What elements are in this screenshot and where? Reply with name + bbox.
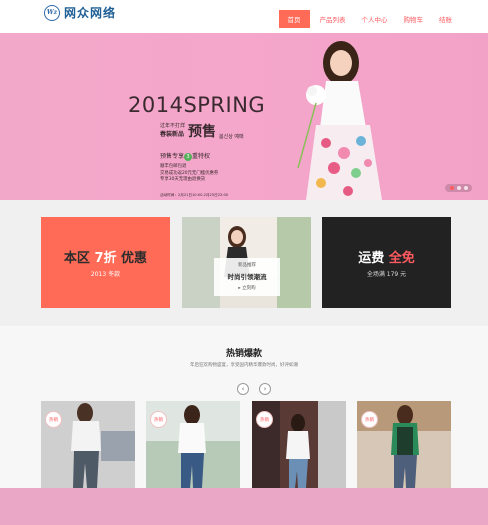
privilege-number: 3 — [184, 153, 193, 161]
feature-section: 本区 7折 优惠 2013 冬款 新品推荐 时尚引领潮流 ▸ 立刻购 运费 全免… — [0, 200, 488, 326]
hot-products-section: 热销爆款 年后狂欢购物盛宴，享受国内精华爆款时尚，好评如潮 ‹ › 热销 热销 — [0, 326, 488, 488]
discount-card[interactable]: 本区 7折 优惠 2013 冬款 — [41, 217, 170, 308]
carousel-dots — [445, 184, 472, 192]
banner-subtitle-1: 过年不打烊 — [160, 123, 186, 129]
new-arrivals-panel: 新品推荐 时尚引领潮流 ▸ 立刻购 — [214, 258, 280, 296]
product-card[interactable]: 热销 — [146, 401, 240, 488]
product-card[interactable]: 热销 — [357, 401, 451, 488]
new-arrivals-sub: 新品推荐 — [238, 263, 256, 268]
banner-note-3: 专享30天无理由退换货 — [160, 177, 206, 182]
free-shipping-card[interactable]: 运费 全免 全场满 179 元 — [322, 217, 451, 308]
nav-home[interactable]: 首页 — [278, 10, 310, 28]
discount-title: 本区 7折 优惠 — [41, 247, 170, 266]
banner-time: 活动时间：2月21日10:00-2月25日22:00 — [160, 193, 229, 197]
carousel-dot-1[interactable] — [449, 186, 454, 190]
banner-title: 2014SPRING — [128, 93, 266, 117]
main-nav: 首页 产品列表 个人中心 购物车 结账 — [275, 10, 459, 28]
discount-title-a: 本区 — [63, 251, 90, 266]
hot-tag: 热销 — [150, 411, 167, 428]
new-arrivals-title: 时尚引领潮流 — [227, 273, 267, 281]
footer-strip — [0, 488, 488, 525]
header: Wz 网众网络 首页 产品列表 个人中心 购物车 结账 — [0, 0, 488, 33]
banner-presale: 预售 — [188, 124, 216, 140]
privilege-suffix: 重特权 — [192, 153, 211, 160]
logo-text: 网众网络 — [64, 6, 117, 20]
banner-notes: 顺丰包邮包退 交易成功返20元无门槛优惠券 专享30天无理由退换货 — [160, 164, 218, 184]
logo[interactable]: Wz 网众网络 — [44, 4, 116, 21]
nav-profile[interactable]: 个人中心 — [356, 10, 394, 28]
banner-privilege: 预售专享 3 重特权 — [160, 151, 210, 161]
banner-subtitle-2: 春装新品 — [160, 131, 185, 138]
nav-products[interactable]: 产品列表 — [314, 10, 352, 28]
free-shipping-title-a: 运费 — [358, 251, 385, 266]
discount-title-b: 优惠 — [121, 251, 148, 266]
hot-tag: 热销 — [361, 411, 378, 428]
product-card[interactable]: 热销 — [252, 401, 346, 488]
hot-tag: 热销 — [45, 411, 62, 428]
discount-sub: 2013 冬款 — [90, 271, 121, 278]
carousel-dot-2[interactable] — [456, 186, 461, 190]
privilege-prefix: 预售专享 — [160, 153, 185, 160]
free-shipping-highlight: 全免 — [388, 251, 415, 266]
next-arrow-icon[interactable]: › — [259, 383, 271, 395]
hero-banner[interactable]: 2014SPRING 过年不打烊 春装新品 预售 봄신상 예매 预售专享 3 重特权… — [0, 33, 488, 200]
nav-cart[interactable]: 购物车 — [398, 10, 430, 28]
discount-highlight: 7折 — [94, 251, 117, 266]
hot-tag: 热销 — [256, 411, 273, 428]
banner-korean-text: 봄신상 예매 — [219, 134, 244, 140]
carousel-arrows: ‹ › — [232, 383, 276, 395]
buy-now-link[interactable]: ▸ 立刻购 — [214, 285, 280, 291]
free-shipping-title: 运费 全免 — [322, 247, 451, 266]
carousel-dot-3[interactable] — [463, 186, 468, 190]
free-shipping-sub: 全场满 179 元 — [366, 271, 407, 278]
logo-icon: Wz — [44, 4, 60, 21]
nav-checkout[interactable]: 结账 — [433, 10, 458, 28]
hot-description: 年后狂欢购物盛宴，享受国内精华爆款时尚，好评如潮 — [190, 363, 298, 368]
prev-arrow-icon[interactable]: ‹ — [237, 383, 249, 395]
hot-title: 热销爆款 — [225, 349, 262, 359]
product-card[interactable]: 热销 — [41, 401, 135, 488]
banner-model-image — [297, 41, 382, 200]
new-arrivals-card[interactable]: 新品推荐 时尚引领潮流 ▸ 立刻购 — [182, 217, 311, 308]
